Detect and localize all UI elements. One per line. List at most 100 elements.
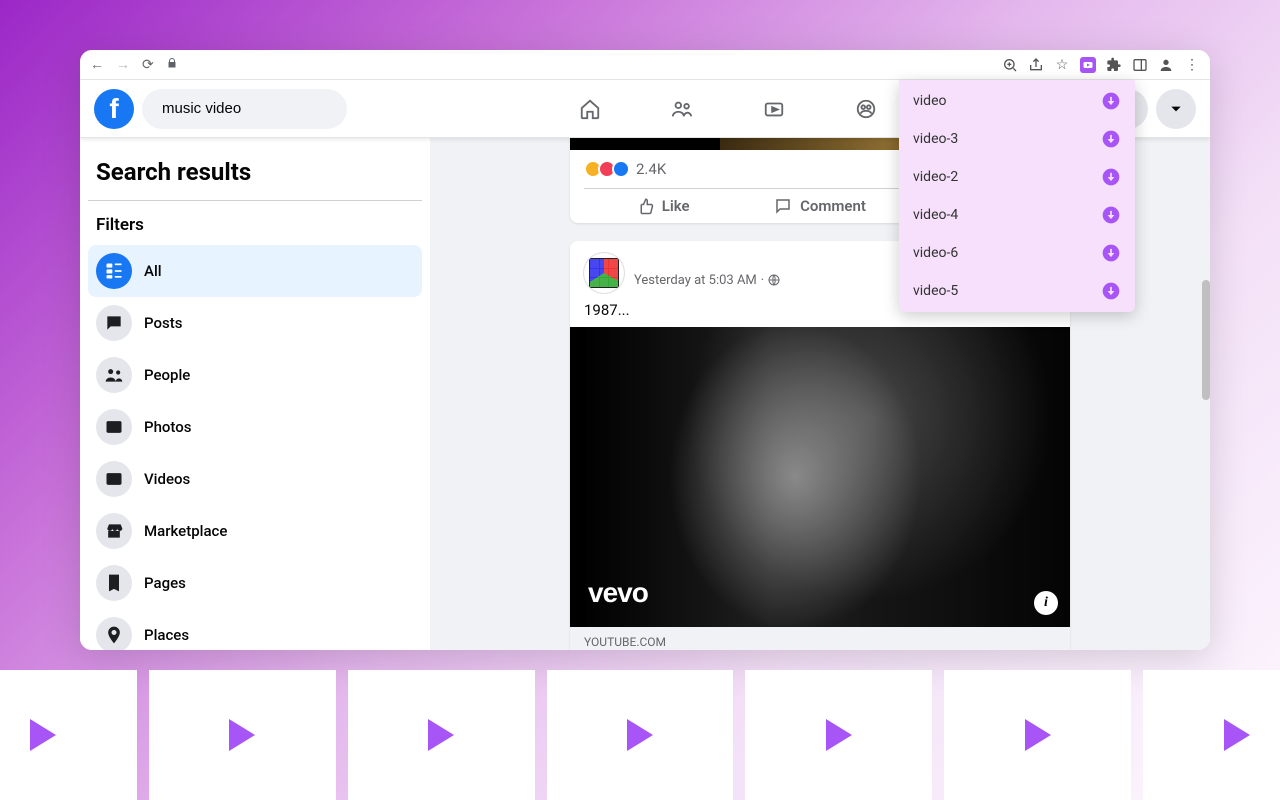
share-icon[interactable] [1028, 57, 1044, 73]
filter-label: Photos [144, 418, 191, 436]
extensions-icon[interactable] [1106, 57, 1122, 73]
download-icon [1101, 205, 1121, 225]
download-item[interactable]: video-4 [899, 196, 1135, 234]
filters-label: Filters [88, 200, 422, 245]
reload-button[interactable]: ⟳ [142, 57, 154, 73]
info-icon[interactable]: i [1034, 591, 1058, 615]
video-tile[interactable] [348, 670, 535, 800]
video-player[interactable]: vevo i [570, 327, 1070, 627]
filter-label: Places [144, 626, 189, 644]
browser-toolbar: ← → ⟳ ☆ ⋮ [80, 50, 1210, 80]
download-item-label: video-5 [913, 283, 958, 299]
download-item[interactable]: video-5 [899, 272, 1135, 310]
download-item[interactable]: video [899, 82, 1135, 120]
reaction-count: 2.4K [636, 160, 666, 178]
facebook-logo[interactable]: f [94, 89, 134, 129]
download-item-label: video-4 [913, 207, 958, 223]
filter-label: People [144, 366, 190, 384]
profile-icon[interactable] [1158, 57, 1174, 73]
filter-pages[interactable]: Pages [88, 557, 422, 609]
people-icon [96, 357, 132, 393]
places-icon [96, 617, 132, 650]
post-timestamp[interactable]: Yesterday at 5:03 AM [634, 273, 757, 288]
download-item-label: video [913, 93, 947, 109]
download-item-label: video-6 [913, 245, 958, 261]
video-tile[interactable] [547, 670, 734, 800]
comment-icon [774, 197, 792, 215]
video-tiles [0, 670, 1280, 800]
extension-popup: video video-3 video-2 video-4 video-6 vi… [899, 80, 1135, 312]
video-extension-icon[interactable] [1080, 57, 1096, 73]
posts-icon [96, 305, 132, 341]
scrollbar[interactable] [1202, 280, 1210, 400]
comment-label: Comment [800, 197, 866, 215]
search-box[interactable] [142, 89, 347, 129]
forward-button[interactable]: → [116, 56, 130, 73]
filter-posts[interactable]: Posts [88, 297, 422, 349]
filter-people[interactable]: People [88, 349, 422, 401]
filter-all[interactable]: All [88, 245, 422, 297]
play-icon [826, 719, 852, 751]
video-tile[interactable] [944, 670, 1131, 800]
search-input[interactable] [162, 100, 361, 117]
back-button[interactable]: ← [90, 56, 104, 73]
play-icon [428, 719, 454, 751]
tab-groups[interactable] [855, 98, 877, 120]
pages-icon [96, 565, 132, 601]
download-item[interactable]: video-6 [899, 234, 1135, 272]
play-icon [229, 719, 255, 751]
sidebar-title: Search results [88, 152, 422, 200]
lock-icon [166, 57, 178, 72]
filter-places[interactable]: Places [88, 609, 422, 650]
videos-icon [96, 461, 132, 497]
play-icon [627, 719, 653, 751]
filter-videos[interactable]: Videos [88, 453, 422, 505]
download-icon [1101, 167, 1121, 187]
download-item[interactable]: video-2 [899, 158, 1135, 196]
like-reaction-icon [612, 160, 630, 178]
like-label: Like [662, 197, 690, 215]
filter-marketplace[interactable]: Marketplace [88, 505, 422, 557]
download-icon [1101, 243, 1121, 263]
download-icon [1101, 129, 1121, 149]
chevron-down-icon [1169, 102, 1183, 116]
video-source-label: YOUTUBE.COM [570, 627, 1070, 650]
video-tile[interactable] [1143, 670, 1280, 800]
vevo-watermark: vevo [588, 577, 648, 609]
comment-button[interactable]: Comment [741, 189, 898, 223]
marketplace-icon [96, 513, 132, 549]
filter-label: Pages [144, 574, 186, 592]
tab-watch[interactable] [763, 98, 785, 120]
play-icon [1025, 719, 1051, 751]
filter-label: All [144, 262, 162, 280]
reactions-summary[interactable]: 2.4K [584, 160, 666, 178]
filter-photos[interactable]: Photos [88, 401, 422, 453]
download-icon [1101, 281, 1121, 301]
video-tile[interactable] [149, 670, 336, 800]
download-item[interactable]: video-3 [899, 120, 1135, 158]
zoom-icon[interactable] [1002, 57, 1018, 73]
filter-label: Posts [144, 314, 182, 332]
tab-friends[interactable] [671, 98, 693, 120]
post-avatar[interactable] [584, 253, 624, 293]
globe-icon [768, 274, 780, 286]
thumb-up-icon [636, 197, 654, 215]
panel-icon[interactable] [1132, 57, 1148, 73]
video-tile[interactable] [0, 670, 137, 800]
download-item-label: video-2 [913, 169, 958, 185]
kebab-menu-icon[interactable]: ⋮ [1184, 57, 1200, 73]
play-icon [30, 719, 56, 751]
account-button[interactable] [1156, 89, 1196, 129]
like-button[interactable]: Like [584, 189, 741, 223]
star-icon[interactable]: ☆ [1054, 57, 1070, 73]
photos-icon [96, 409, 132, 445]
video-tile[interactable] [745, 670, 932, 800]
all-icon [96, 253, 132, 289]
tab-home[interactable] [579, 98, 601, 120]
sidebar: Search results Filters All Posts People … [80, 138, 430, 650]
download-icon [1101, 91, 1121, 111]
filter-label: Marketplace [144, 522, 227, 540]
download-item-label: video-3 [913, 131, 958, 147]
play-icon [1224, 719, 1250, 751]
filter-label: Videos [144, 470, 190, 488]
